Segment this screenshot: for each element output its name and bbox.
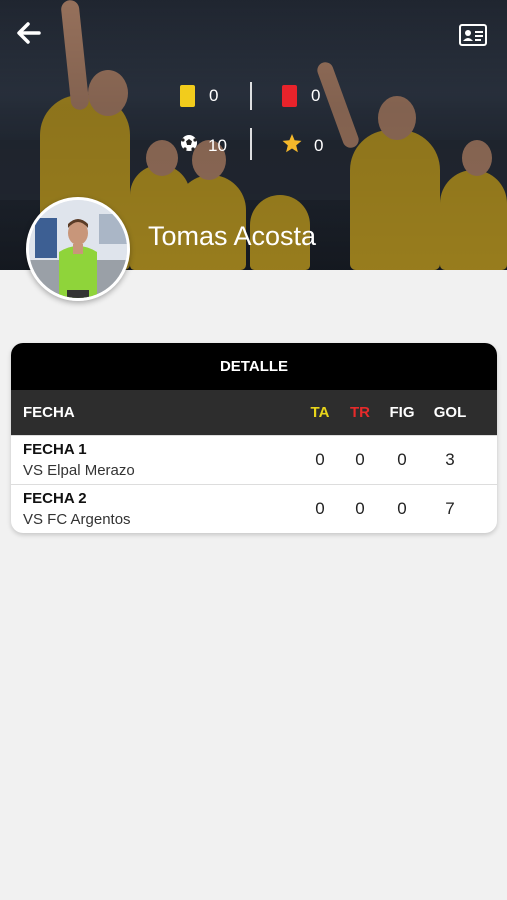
stats-divider: [250, 128, 252, 160]
ta-value: 0: [315, 450, 325, 469]
soccer-ball-icon: [180, 134, 198, 157]
stars-value: 0: [314, 136, 324, 155]
match-date: FECHA 2: [23, 490, 87, 507]
yellow-cards-value: 0: [209, 86, 219, 105]
yellow-card-icon: [180, 85, 195, 107]
table-header-row: FECHA TA TR FIG GOL: [11, 390, 497, 435]
match-opponent: VS FC Argentos: [23, 511, 131, 528]
detail-title: DETALLE: [11, 343, 497, 390]
gol-value: 7: [445, 499, 455, 518]
table-row[interactable]: FECHA 1 VS Elpal Merazo 0 0 0 3: [11, 435, 497, 484]
match-cell: FECHA 1 VS Elpal Merazo: [11, 441, 301, 479]
match-opponent: VS Elpal Merazo: [23, 462, 135, 479]
red-cards-value: 0: [311, 86, 321, 105]
player-photo: [29, 200, 127, 298]
player-avatar: [26, 197, 130, 301]
column-header-ta: TA: [310, 404, 330, 421]
player-name: Tomas Acosta: [148, 221, 317, 251]
yellow-cards-stat: 0: [180, 85, 218, 107]
fig-value: 0: [397, 450, 407, 469]
star-icon: [282, 134, 302, 158]
column-header-fecha: FECHA: [23, 404, 75, 421]
stats-divider: [250, 82, 252, 110]
column-header-gol: GOL: [433, 404, 467, 421]
goals-value: 10: [208, 135, 227, 155]
red-cards-stat: 0: [282, 85, 320, 107]
ta-value: 0: [315, 499, 325, 518]
goals-stat: 10: [180, 134, 227, 157]
column-header-fig: FIG: [389, 404, 415, 421]
tr-value: 0: [355, 499, 365, 518]
gol-value: 3: [445, 450, 455, 469]
match-date: FECHA 1: [23, 441, 87, 458]
stars-stat: 0: [282, 134, 323, 158]
tr-value: 0: [355, 450, 365, 469]
detail-table: DETALLE FECHA TA TR FIG GOL FECHA 1 VS E…: [11, 343, 497, 533]
table-row[interactable]: FECHA 2 VS FC Argentos 0 0 0 7: [11, 484, 497, 533]
red-card-icon: [282, 85, 297, 107]
match-cell: FECHA 2 VS FC Argentos: [11, 490, 301, 528]
column-header-tr: TR: [350, 404, 370, 421]
fig-value: 0: [397, 499, 407, 518]
